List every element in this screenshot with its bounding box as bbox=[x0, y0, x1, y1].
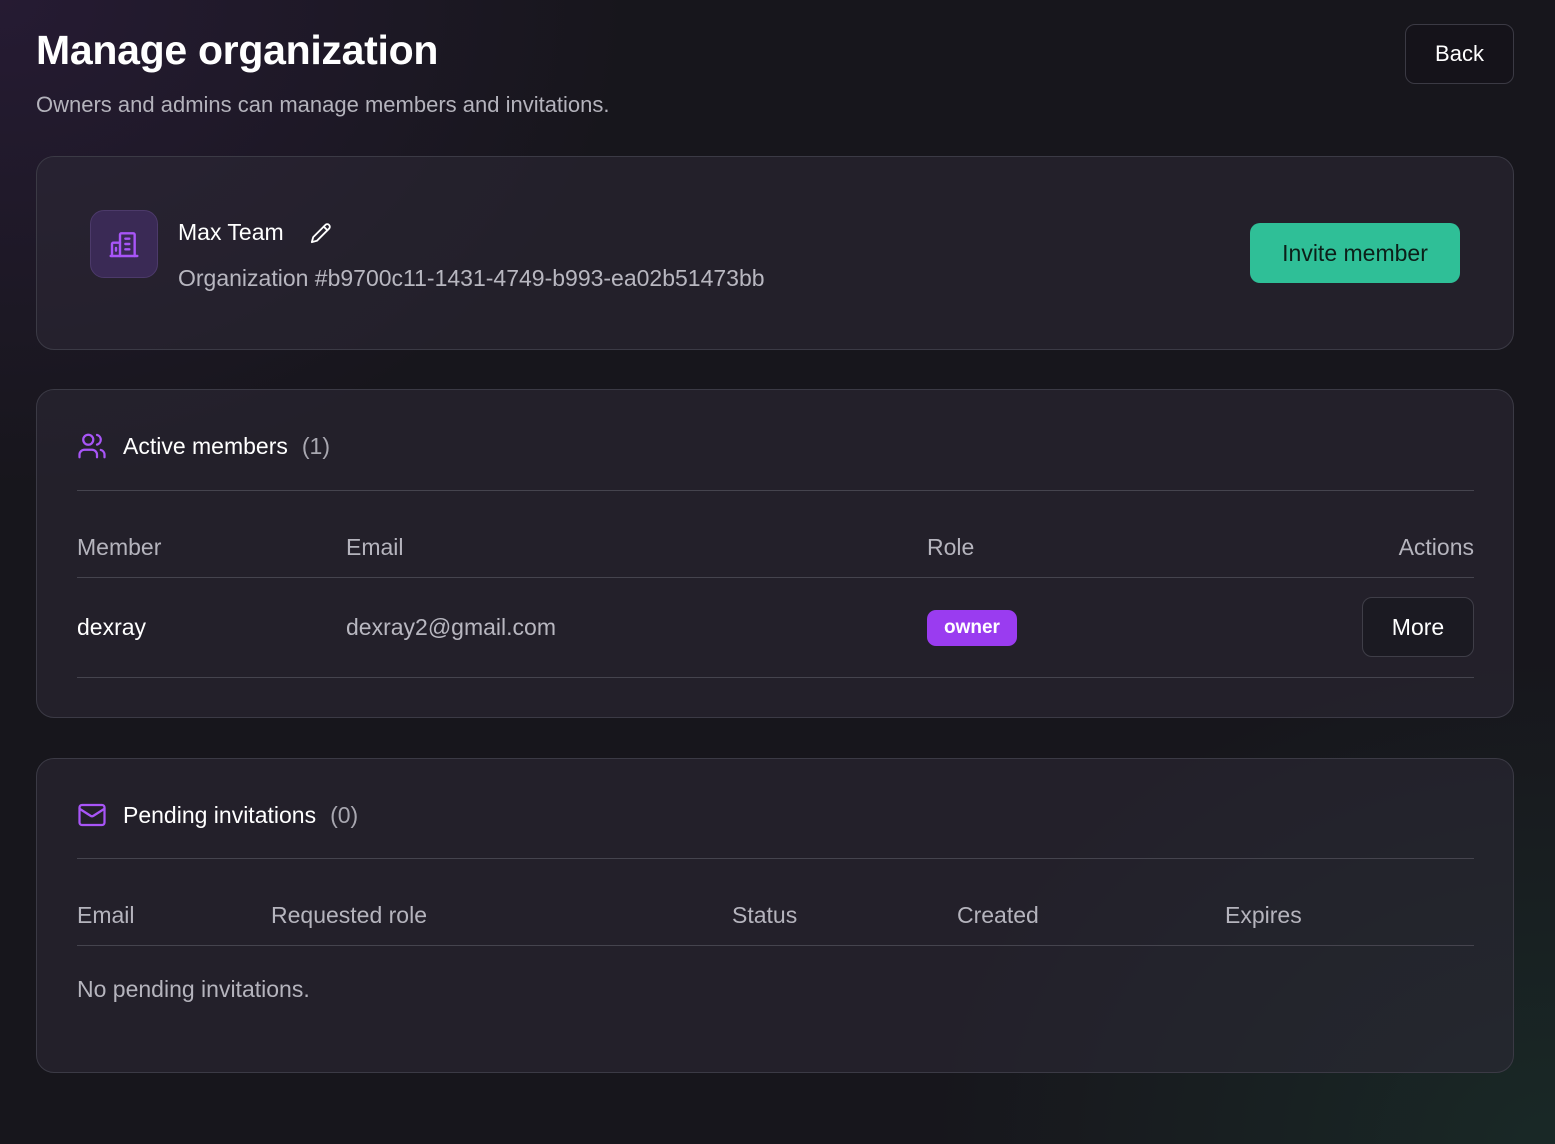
users-icon bbox=[77, 431, 107, 461]
organization-id: Organization #b9700c11-1431-4749-b993-ea… bbox=[178, 265, 765, 291]
organization-card: Max Team Organization #b9700c11-1431-474… bbox=[36, 156, 1514, 350]
section-divider bbox=[77, 858, 1474, 859]
pending-invitations-count: (0) bbox=[330, 801, 359, 828]
organization-name-row: Max Team bbox=[178, 219, 332, 246]
back-button[interactable]: Back bbox=[1405, 24, 1514, 84]
active-members-header: Active members (1) bbox=[77, 428, 330, 464]
more-button[interactable]: More bbox=[1362, 597, 1474, 657]
section-divider bbox=[77, 490, 1474, 491]
invite-member-button[interactable]: Invite member bbox=[1250, 223, 1460, 283]
member-email: dexray2@gmail.com bbox=[346, 614, 556, 640]
organization-name: Max Team bbox=[178, 219, 284, 245]
active-members-card: Active members (1) Member Email Role Act… bbox=[36, 389, 1514, 718]
column-header-status: Status bbox=[732, 902, 798, 928]
column-header-role: Role bbox=[927, 534, 975, 560]
table-row-divider bbox=[77, 677, 1474, 678]
active-members-count: (1) bbox=[301, 432, 330, 459]
empty-state-text: No pending invitations. bbox=[77, 976, 310, 1002]
member-name: dexray bbox=[77, 614, 147, 640]
column-header-created: Created bbox=[957, 902, 1039, 928]
pending-invitations-card: Pending invitations (0) Email Requested … bbox=[36, 758, 1514, 1073]
mail-icon bbox=[77, 800, 107, 830]
column-header-member: Member bbox=[77, 534, 162, 560]
column-header-email: Email bbox=[346, 534, 404, 560]
role-badge: owner bbox=[927, 610, 1017, 646]
page-title: Manage organization bbox=[36, 27, 439, 73]
column-header-actions: Actions bbox=[1398, 534, 1474, 560]
table-header-divider bbox=[77, 577, 1474, 578]
page-header: Manage organization Owners and admins ca… bbox=[36, 24, 1514, 126]
column-header-expires: Expires bbox=[1225, 902, 1302, 928]
table-header-divider bbox=[77, 945, 1474, 946]
pencil-icon[interactable] bbox=[310, 222, 332, 244]
column-header-requested-role: Requested role bbox=[271, 902, 427, 928]
pending-invitations-title: Pending invitations bbox=[123, 801, 317, 828]
column-header-email: Email bbox=[77, 902, 135, 928]
active-members-title: Active members bbox=[123, 432, 288, 459]
page-subtitle: Owners and admins can manage members and… bbox=[36, 92, 610, 117]
building-icon bbox=[90, 210, 158, 278]
pending-invitations-header: Pending invitations (0) bbox=[77, 797, 358, 833]
